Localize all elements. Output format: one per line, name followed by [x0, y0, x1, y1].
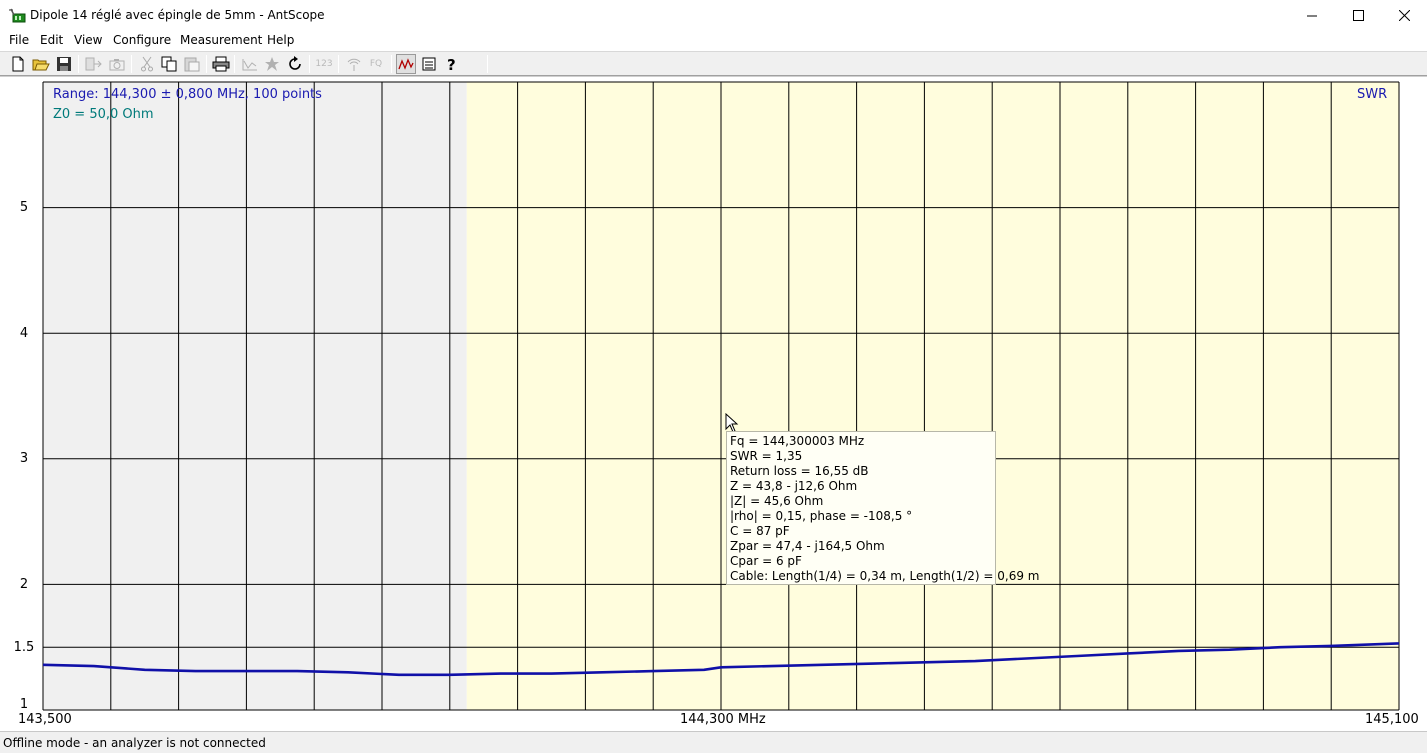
tooltip-capacitance: C = 87 pF: [730, 524, 790, 538]
svg-text:?: ?: [447, 56, 456, 72]
window-title: Dipole 14 réglé avec épingle de 5mm - An…: [30, 8, 325, 22]
open-button[interactable]: [31, 54, 51, 74]
frequency-icon: FQ: [369, 59, 383, 69]
paste-icon: [184, 57, 200, 72]
tooltip-frequency: Fq = 144,300003 MHz: [730, 434, 865, 448]
minimize-icon: [1307, 15, 1317, 16]
menu-edit[interactable]: Edit: [39, 33, 64, 47]
menu-file[interactable]: File: [8, 33, 30, 47]
toolbar-separator: [338, 55, 339, 73]
export-icon: [85, 57, 102, 71]
antscope-app-icon: [8, 8, 26, 24]
menu-measurement[interactable]: Measurement: [179, 33, 263, 47]
star-button[interactable]: [262, 54, 282, 74]
title-bar[interactable]: Dipole 14 réglé avec épingle de 5mm - An…: [0, 0, 1427, 31]
maximize-icon: [1352, 10, 1364, 21]
close-button[interactable]: [1381, 0, 1427, 31]
y-tick-label: 5: [19, 200, 29, 215]
refresh-button[interactable]: [285, 54, 305, 74]
print-button[interactable]: [211, 54, 231, 74]
copy-icon: [161, 56, 177, 72]
paste-button[interactable]: [182, 54, 202, 74]
swr-graph-button[interactable]: [396, 54, 416, 74]
toolbar-separator: [487, 55, 488, 73]
open-folder-icon: [32, 59, 50, 71]
minimize-button[interactable]: [1289, 0, 1335, 31]
export-button[interactable]: [84, 54, 104, 74]
status-text: Offline mode - an analyzer is not connec…: [3, 736, 266, 750]
out-of-band-region: [43, 82, 467, 710]
swr-chart-panel[interactable]: Range: 144,300 ± 0,800 MHz, 100 points Z…: [0, 76, 1427, 731]
frequency-button[interactable]: FQ: [366, 54, 386, 74]
scan-icon: [242, 59, 257, 71]
swr-label: SWR: [1357, 87, 1388, 102]
antenna-button[interactable]: [344, 54, 364, 74]
tooltip-return-loss: Return loss = 16,55 dB: [730, 464, 869, 478]
measurement-tooltip: Fq = 144,300003 MHz SWR = 1,35 Return lo…: [726, 431, 1040, 585]
table-icon: [422, 57, 436, 71]
star-icon: [265, 57, 279, 71]
copy-button[interactable]: [159, 54, 179, 74]
tooltip-rho: |rho| = 0,15, phase = -108,5 °: [730, 509, 913, 523]
table-button[interactable]: [419, 54, 439, 74]
screenshot-button[interactable]: [107, 54, 127, 74]
tooltip-impedance-magnitude: |Z| = 45,6 Ohm: [730, 494, 824, 508]
help-icon: ?: [447, 56, 456, 72]
x-tick-label-start: 143,500: [18, 712, 72, 727]
toolbar-separator: [131, 55, 132, 73]
cut-button[interactable]: [137, 54, 157, 74]
y-tick-label: 1: [19, 697, 29, 712]
toolbar: 123 FQ ?: [0, 51, 1427, 76]
swr-graph-icon: [398, 58, 414, 70]
toolbar-separator: [206, 55, 207, 73]
x-tick-label-center: 144,300 MHz: [680, 712, 766, 727]
antenna-icon: [347, 58, 361, 71]
y-tick-label: 1.5: [13, 640, 35, 655]
numbers-icon: 123: [315, 59, 333, 69]
status-bar: Offline mode - an analyzer is not connec…: [0, 731, 1427, 753]
x-tick-label-end: 145,100: [1365, 712, 1419, 727]
maximize-button[interactable]: [1335, 0, 1381, 31]
numbers-button[interactable]: 123: [314, 54, 334, 74]
scan-button[interactable]: [240, 54, 260, 74]
tooltip-swr: SWR = 1,35: [730, 449, 803, 463]
tooltip-cable-length: Cable: Length(1/4) = 0,34 m, Length(1/2)…: [730, 569, 1040, 583]
z0-info: Z0 = 50,0 Ohm: [53, 107, 154, 122]
menu-bar: File Edit View Configure Measurement Hel…: [0, 31, 1427, 51]
toolbar-separator: [78, 55, 79, 73]
tooltip-cpar: Cpar = 6 pF: [730, 554, 802, 568]
camera-icon: [109, 59, 125, 71]
new-button[interactable]: [8, 54, 28, 74]
menu-configure[interactable]: Configure: [112, 33, 172, 47]
tooltip-impedance: Z = 43,8 - j12,6 Ohm: [730, 479, 858, 493]
print-icon: [212, 56, 230, 72]
cut-icon: [141, 56, 153, 72]
y-tick-label: 2: [19, 577, 29, 592]
y-tick-label: 4: [19, 326, 29, 341]
menu-view[interactable]: View: [73, 33, 103, 47]
close-icon: [1398, 10, 1410, 21]
range-info: Range: 144,300 ± 0,800 MHz, 100 points: [53, 87, 322, 102]
toolbar-separator: [234, 55, 235, 73]
tooltip-zpar: Zpar = 47,4 - j164,5 Ohm: [730, 539, 885, 553]
help-button[interactable]: ?: [442, 54, 462, 74]
new-file-icon: [12, 56, 24, 72]
toolbar-separator: [391, 55, 392, 73]
refresh-icon: [289, 56, 301, 70]
save-icon: [57, 57, 71, 71]
save-button[interactable]: [54, 54, 74, 74]
y-tick-label: 3: [19, 451, 29, 466]
menu-help[interactable]: Help: [266, 33, 295, 47]
in-band-region: [466, 82, 1399, 710]
swr-chart[interactable]: [0, 77, 1427, 732]
toolbar-separator: [309, 55, 310, 73]
